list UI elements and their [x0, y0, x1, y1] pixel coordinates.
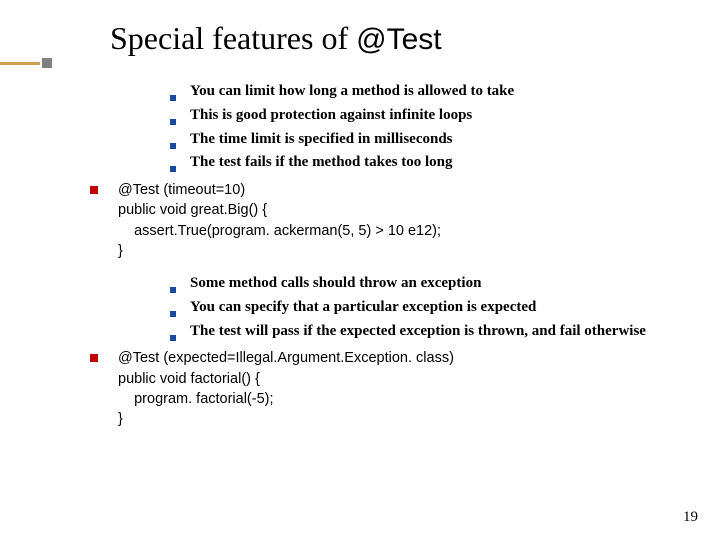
- square-bullet-icon: [170, 143, 176, 149]
- list-item: Some method calls should throw an except…: [170, 273, 680, 295]
- square-bullet-icon: [170, 311, 176, 317]
- square-bullet-icon: [170, 119, 176, 125]
- code-block: @Test (timeout=10) public void great.Big…: [118, 180, 441, 261]
- slide-content: You can limit how long a method is allow…: [60, 81, 680, 430]
- square-bullet-icon: [170, 95, 176, 101]
- list-item: The test will pass if the expected excep…: [170, 321, 680, 343]
- accent-line: [0, 62, 40, 65]
- slide-title: Special features of @Test: [110, 20, 680, 57]
- square-bullet-icon: [170, 166, 176, 172]
- square-bullet-icon: [90, 186, 98, 194]
- list-item: You can specify that a particular except…: [170, 297, 680, 319]
- list-item: The test fails if the method takes too l…: [170, 152, 680, 174]
- code-example-1: @Test (timeout=10) public void great.Big…: [90, 180, 680, 261]
- list-item-text: The test fails if the method takes too l…: [190, 152, 453, 174]
- list-item-text: Some method calls should throw an except…: [190, 273, 481, 295]
- list-item-text: You can limit how long a method is allow…: [190, 81, 514, 103]
- list-item-text: You can specify that a particular except…: [190, 297, 536, 319]
- accent-box: [42, 58, 52, 68]
- title-prefix: Special features of: [110, 20, 356, 56]
- page-number: 19: [683, 509, 698, 526]
- list-item-text: The time limit is specified in milliseco…: [190, 129, 453, 151]
- code-example-2: @Test (expected=Illegal.Argument.Excepti…: [90, 348, 680, 429]
- list-item-text: This is good protection against infinite…: [190, 105, 472, 127]
- list-item: You can limit how long a method is allow…: [170, 81, 680, 103]
- slide: Special features of @Test You can limit …: [0, 0, 720, 540]
- square-bullet-icon: [170, 335, 176, 341]
- list-item: The time limit is specified in milliseco…: [170, 129, 680, 151]
- square-bullet-icon: [170, 287, 176, 293]
- title-suffix: @Test: [356, 23, 441, 56]
- list-item: This is good protection against infinite…: [170, 105, 680, 127]
- square-bullet-icon: [90, 354, 98, 362]
- sub-list-2: Some method calls should throw an except…: [170, 273, 680, 342]
- sub-list-1: You can limit how long a method is allow…: [170, 81, 680, 174]
- list-item-text: The test will pass if the expected excep…: [190, 321, 646, 343]
- code-block: @Test (expected=Illegal.Argument.Excepti…: [118, 348, 454, 429]
